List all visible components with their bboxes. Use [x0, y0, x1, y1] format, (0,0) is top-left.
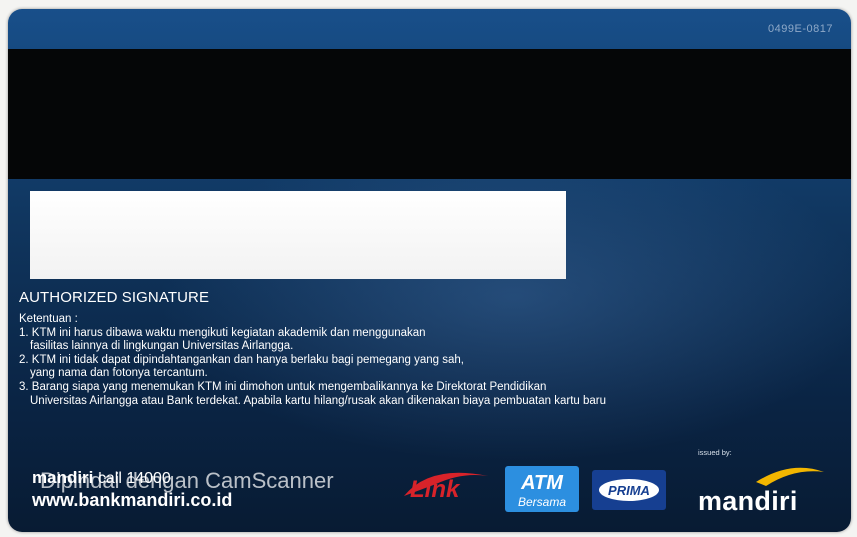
prima-logo-text: PRIMA — [608, 483, 650, 498]
atm-logo-subtext: Bersama — [518, 495, 566, 509]
mandiri-logo-text: mandiri — [698, 486, 798, 516]
terms-line: 2. KTM ini tidak dapat dipindahtangankan… — [19, 353, 464, 366]
link-network-logo: Link — [404, 472, 488, 502]
mandiri-swoosh-icon — [756, 467, 824, 486]
atm-logo-text: ATM — [520, 472, 564, 494]
magnetic-stripe — [8, 49, 851, 179]
terms-line: fasilitas lainnya di lingkungan Universi… — [30, 340, 294, 353]
terms-block: Ketentuan : 1. KTM ini harus dibawa wakt… — [19, 313, 779, 408]
prima-network-logo: PRIMA — [592, 470, 666, 510]
terms-heading: Ketentuan : — [19, 313, 78, 325]
terms-line: 1. KTM ini harus dibawa waktu mengikuti … — [19, 326, 426, 339]
mandiri-logo: mandiri — [696, 458, 826, 518]
atm-bersama-logo: ATM Bersama — [505, 466, 579, 512]
link-logo-text: Link — [410, 476, 461, 502]
issued-by-label: issued by: — [698, 448, 732, 457]
scanner-watermark: Dipindai dengan CamScanner — [40, 468, 334, 493]
terms-line: yang nama dan fotonya tercantum. — [30, 367, 208, 380]
terms-line: 3. Barang siapa yang menemukan KTM ini d… — [19, 380, 547, 393]
signature-panel — [30, 191, 566, 279]
terms-line: Universitas Airlangga atau Bank terdekat… — [30, 394, 606, 407]
card-serial-number: 0499E-0817 — [768, 23, 833, 35]
signature-label: AUTHORIZED SIGNATURE — [19, 289, 210, 306]
